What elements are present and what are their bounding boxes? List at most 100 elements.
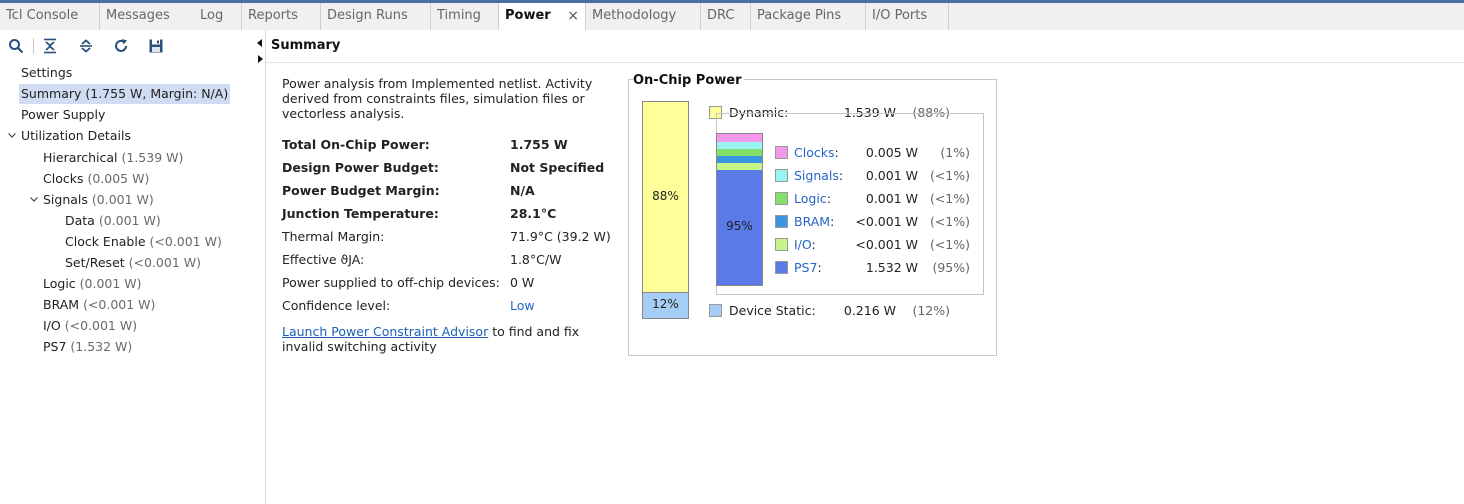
clocks-percent: (1%)	[940, 145, 970, 160]
bram-segment	[717, 156, 762, 163]
logic-segment	[717, 149, 762, 156]
ps7-percent-label: 95%	[726, 219, 753, 233]
io-value: <0.001 W	[855, 237, 918, 252]
tree-label: Clocks	[43, 171, 84, 186]
tree-node-io[interactable]: I/O (<0.001 W)	[43, 316, 137, 336]
static-percent-label: 12%	[652, 297, 679, 311]
tree-label: I/O	[43, 318, 61, 333]
tree-node-clocks[interactable]: Clocks (0.005 W)	[43, 169, 149, 189]
launch-power-constraint-advisor-link[interactable]: Launch Power Constraint Advisor	[282, 324, 488, 339]
tree-label: Clock Enable	[65, 234, 146, 249]
panel-collapse-arrows-icon[interactable]	[256, 38, 266, 67]
summary-panel: Summary Power analysis from Implemented …	[266, 30, 1464, 504]
ps7-link[interactable]: PS7	[794, 260, 817, 275]
tab-design-runs[interactable]: Design Runs	[321, 3, 431, 30]
row-value: Not Specified	[510, 160, 605, 175]
analysis-description: Power analysis from Implemented netlist.…	[282, 76, 593, 121]
bram-link[interactable]: BRAM	[794, 214, 830, 229]
close-icon[interactable]: ×	[567, 3, 579, 29]
device-static-label: Device Static:	[729, 303, 816, 318]
tree-node-power-supply[interactable]: Power Supply	[21, 105, 105, 125]
io-percent: (<1%)	[929, 237, 970, 252]
row-value: 71.9°C (39.2 W)	[510, 229, 611, 244]
tree-value: (0.001 W)	[79, 276, 142, 291]
tab-methodology[interactable]: Methodology	[586, 3, 701, 30]
refresh-icon[interactable]	[112, 37, 130, 55]
tree-node-logic[interactable]: Logic (0.001 W)	[43, 274, 142, 294]
save-icon[interactable]	[147, 37, 165, 55]
search-icon[interactable]	[7, 37, 25, 55]
tree-label: Settings	[21, 65, 73, 80]
signals-legend: Signals:	[794, 168, 843, 183]
tree-node-data[interactable]: Data (0.001 W)	[65, 211, 161, 231]
tree-label: Signals	[43, 192, 88, 207]
tree-label: Data	[65, 213, 95, 228]
ps7-value: 1.532 W	[865, 260, 918, 275]
bram-swatch	[775, 215, 788, 228]
tab-timing[interactable]: Timing	[431, 3, 499, 30]
tab-label: Package Pins	[757, 8, 842, 23]
chevron-down-icon[interactable]	[7, 126, 17, 146]
row-value: N/A	[510, 183, 535, 198]
device-static-swatch	[709, 304, 722, 317]
tab-tcl-console[interactable]: Tcl Console	[0, 3, 100, 30]
tab-power[interactable]: Power ×	[499, 3, 586, 30]
tab-messages[interactable]: Messages	[100, 3, 200, 30]
signals-link[interactable]: Signals	[794, 168, 839, 183]
ps7-percent: (95%)	[932, 260, 970, 275]
tab-drc[interactable]: DRC	[701, 3, 751, 30]
tab-label: DRC	[707, 8, 735, 23]
tree-node-signals[interactable]: Signals (0.001 W)	[43, 190, 154, 210]
dynamic-breakdown-bar: 95%	[716, 133, 763, 286]
io-link[interactable]: I/O	[794, 237, 812, 252]
clocks-value: 0.005 W	[865, 145, 918, 160]
tab-package-pins[interactable]: Package Pins	[751, 3, 866, 30]
chevron-down-icon[interactable]	[29, 190, 39, 210]
signals-swatch	[775, 169, 788, 182]
report-navigation-panel: Settings Summary (1.755 W, Margin: N/A) …	[0, 30, 266, 504]
confidence-level-link[interactable]: Low	[510, 298, 535, 313]
collapse-all-icon[interactable]	[41, 37, 59, 55]
expand-all-icon[interactable]	[77, 37, 95, 55]
page-title: Summary	[271, 38, 341, 53]
row-value: 1.8°C/W	[510, 252, 562, 267]
tree-node-ps7[interactable]: PS7 (1.532 W)	[43, 337, 132, 357]
tree-label: PS7	[43, 339, 67, 354]
clocks-link[interactable]: Clocks	[794, 145, 834, 160]
tree-value: (<0.001 W)	[83, 297, 156, 312]
navigation-toolbar	[0, 30, 266, 63]
tree-node-hierarchical[interactable]: Hierarchical (1.539 W)	[43, 148, 183, 168]
tree-node-bram[interactable]: BRAM (<0.001 W)	[43, 295, 155, 315]
tab-label: Tcl Console	[6, 8, 79, 23]
ps7-segment: 95%	[717, 170, 762, 285]
tab-bar: Tcl Console Messages Log Reports Design …	[0, 3, 1464, 30]
io-segment	[717, 163, 762, 170]
clocks-legend: Clocks:	[794, 145, 839, 160]
tree-label: Utilization Details	[21, 128, 131, 143]
row-label: Confidence level:	[282, 298, 391, 313]
colon: :	[811, 237, 816, 252]
tab-label: Power	[505, 8, 551, 23]
tree-label: Set/Reset	[65, 255, 125, 270]
logic-legend: Logic:	[794, 191, 831, 206]
tree-node-settings[interactable]: Settings	[21, 63, 72, 83]
logic-swatch	[775, 192, 788, 205]
tab-log[interactable]: Log	[194, 3, 242, 30]
tree-value: (0.001 W)	[91, 192, 154, 207]
tree-value: (1.539 W)	[121, 150, 184, 165]
tab-reports[interactable]: Reports	[242, 3, 321, 30]
clocks-swatch	[775, 146, 788, 159]
tree-node-summary[interactable]: Summary (1.755 W, Margin: N/A)	[19, 84, 231, 104]
tree-node-clock-enable[interactable]: Clock Enable (<0.001 W)	[65, 232, 222, 252]
device-static-percent: (12%)	[912, 303, 950, 318]
logic-link[interactable]: Logic	[794, 191, 827, 206]
tree-node-utilization-details[interactable]: Utilization Details	[21, 126, 131, 146]
logic-value: 0.001 W	[865, 191, 918, 206]
tab-io-ports[interactable]: I/O Ports	[866, 3, 949, 30]
tree-label: Summary (1.755 W, Margin: N/A)	[21, 86, 229, 101]
tree-value: (<0.001 W)	[128, 255, 201, 270]
tree-node-set-reset[interactable]: Set/Reset (<0.001 W)	[65, 253, 201, 273]
row-label: Thermal Margin:	[282, 229, 385, 244]
on-chip-power-title: On-Chip Power	[633, 73, 745, 88]
colon: :	[826, 191, 831, 206]
